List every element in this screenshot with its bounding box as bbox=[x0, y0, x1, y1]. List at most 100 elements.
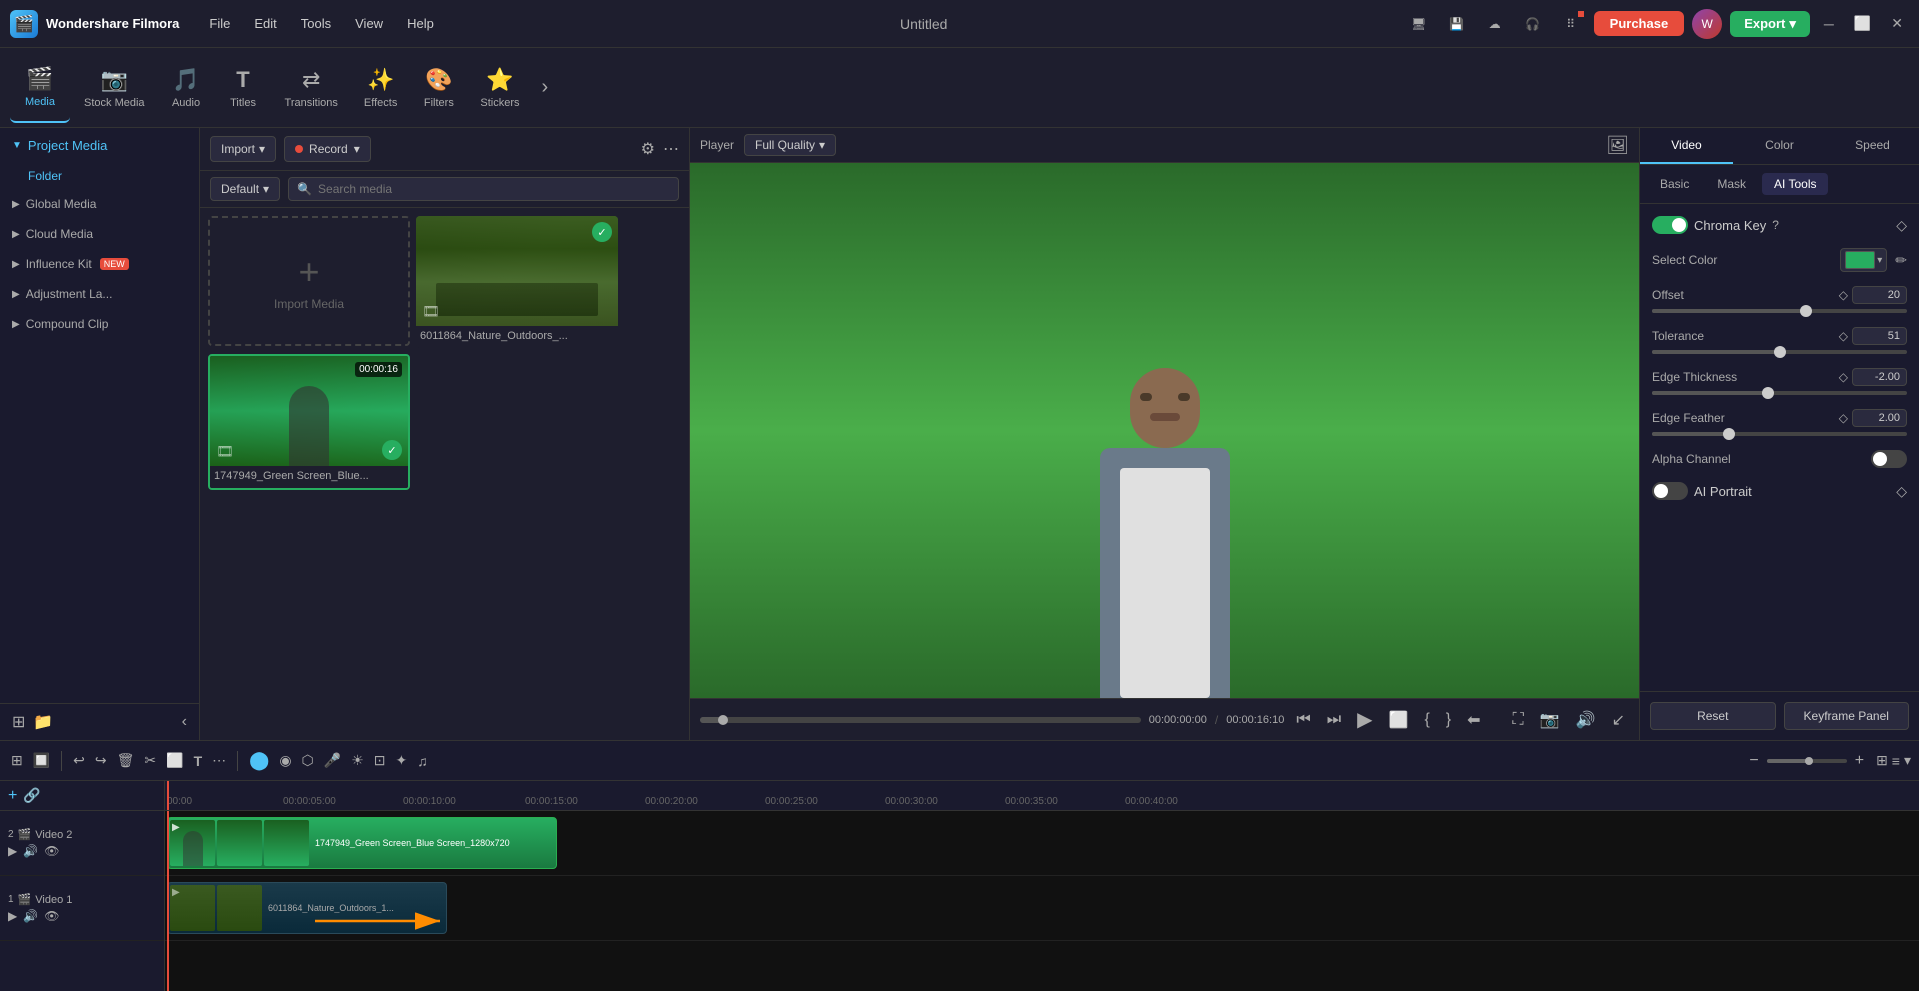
save-icon[interactable]: 💾 bbox=[1442, 9, 1472, 39]
sidebar-item-project-media[interactable]: ▼ Project Media bbox=[0, 128, 199, 163]
menu-help[interactable]: Help bbox=[397, 12, 444, 35]
video2-volume-icon[interactable]: 🔊 bbox=[23, 844, 38, 858]
sidebar-folder[interactable]: Folder bbox=[0, 163, 199, 189]
prev-clip-button[interactable]: ⬅ bbox=[1463, 708, 1484, 732]
speed-icon[interactable]: ◉ bbox=[276, 750, 294, 771]
crop-icon[interactable]: ⬜ bbox=[163, 750, 186, 771]
close-button[interactable]: ✕ bbox=[1885, 15, 1909, 32]
offset-slider[interactable] bbox=[1652, 309, 1907, 313]
tab-transitions[interactable]: ⇄ Transitions bbox=[273, 53, 350, 123]
edge-thickness-slider[interactable] bbox=[1652, 391, 1907, 395]
add-folder-icon[interactable]: ⊞ bbox=[12, 712, 25, 732]
zoom-out-icon[interactable]: − bbox=[1749, 752, 1758, 770]
stop-button[interactable]: ⬜ bbox=[1385, 708, 1413, 732]
sidebar-item-cloud-media[interactable]: ▶ Cloud Media bbox=[0, 219, 199, 249]
video2-play-icon[interactable]: ▶ bbox=[8, 844, 17, 858]
media-item-nature[interactable]: ✓ 🎞 6011864_Nature_Outdoors_... bbox=[416, 216, 618, 348]
grid-view-icon[interactable]: ⊞ bbox=[1876, 752, 1888, 769]
filter-icon[interactable]: ⚙ bbox=[641, 139, 655, 159]
step-back-button[interactable]: ⏭ bbox=[1323, 709, 1345, 731]
link-track-icon[interactable]: 🔗 bbox=[23, 787, 40, 804]
mark-in-button[interactable]: { bbox=[1420, 709, 1433, 731]
volume-button[interactable]: 🔊 bbox=[1572, 708, 1600, 732]
folder-icon[interactable]: 📁 bbox=[33, 712, 53, 732]
video2-eye-icon[interactable]: 👁 bbox=[44, 844, 59, 858]
preview-view-icon[interactable]: 🖼 bbox=[1606, 135, 1629, 156]
undo-icon[interactable]: ↩ bbox=[70, 750, 88, 771]
clip-green-screen[interactable]: 1747949_Green Screen_Blue Screen_1280x72… bbox=[167, 817, 557, 869]
text-icon[interactable]: T bbox=[191, 751, 206, 771]
list-view-icon[interactable]: ≡ bbox=[1892, 753, 1900, 769]
audio-tl-icon[interactable]: ♫ bbox=[414, 751, 431, 771]
progress-dot[interactable] bbox=[718, 715, 728, 725]
snap-icon[interactable]: 🔲 bbox=[30, 750, 53, 771]
clip-ai-icon[interactable]: ✦ bbox=[393, 750, 411, 771]
tab-audio[interactable]: 🎵 Audio bbox=[159, 53, 214, 123]
tab-speed[interactable]: Speed bbox=[1826, 128, 1919, 164]
minimize-button[interactable]: ─ bbox=[1818, 16, 1840, 32]
keyframe-panel-button[interactable]: Keyframe Panel bbox=[1784, 702, 1910, 730]
import-media-item[interactable]: + Import Media bbox=[208, 216, 410, 346]
import-button[interactable]: Import ▾ bbox=[210, 136, 276, 162]
video1-eye-icon[interactable]: 👁 bbox=[44, 909, 59, 923]
export-button[interactable]: Export ▾ bbox=[1730, 11, 1810, 37]
purchase-button[interactable]: Purchase bbox=[1594, 11, 1685, 36]
tab-effects[interactable]: ✨ Effects bbox=[352, 53, 409, 123]
progress-bar[interactable] bbox=[700, 717, 1141, 723]
video1-play-icon[interactable]: ▶ bbox=[8, 909, 17, 923]
tab-color[interactable]: Color bbox=[1733, 128, 1826, 164]
alpha-channel-toggle[interactable] bbox=[1871, 450, 1907, 468]
sidebar-item-compound-clip[interactable]: ▶ Compound Clip bbox=[0, 309, 199, 339]
avatar[interactable]: W bbox=[1692, 9, 1722, 39]
next-clip-button[interactable] bbox=[1493, 718, 1501, 722]
toolbar-more[interactable]: › bbox=[533, 76, 556, 99]
subtab-basic[interactable]: Basic bbox=[1648, 173, 1701, 195]
freeze-icon[interactable]: ⬡ bbox=[299, 750, 317, 771]
edge-thickness-value[interactable]: -2.00 bbox=[1852, 368, 1907, 386]
ai-portrait-diamond-icon[interactable]: ◇ bbox=[1896, 483, 1907, 500]
play-button[interactable]: ▶ bbox=[1353, 705, 1376, 734]
video1-volume-icon[interactable]: 🔊 bbox=[23, 909, 38, 923]
ai-portrait-toggle[interactable] bbox=[1652, 482, 1688, 500]
prev-frame-button[interactable]: ⏮ bbox=[1292, 709, 1314, 731]
edge-feather-value[interactable]: 2.00 bbox=[1852, 409, 1907, 427]
record-tl-icon[interactable]: 🎤 bbox=[321, 750, 344, 771]
more-tools-icon[interactable]: ⋯ bbox=[209, 750, 229, 771]
chroma-key-diamond-icon[interactable]: ◇ bbox=[1896, 217, 1907, 234]
more-icon[interactable]: ⋯ bbox=[663, 139, 679, 159]
color-grading-icon[interactable]: ⬤ bbox=[246, 748, 272, 773]
offset-slider-thumb[interactable] bbox=[1800, 305, 1812, 317]
offset-value[interactable]: 20 bbox=[1852, 286, 1907, 304]
cut-icon[interactable]: ✂ bbox=[141, 750, 159, 771]
eyedropper-icon[interactable]: ✏ bbox=[1895, 252, 1907, 269]
menu-view[interactable]: View bbox=[345, 12, 393, 35]
edge-thickness-diamond-icon[interactable]: ◇ bbox=[1839, 370, 1848, 384]
tolerance-value[interactable]: 51 bbox=[1852, 327, 1907, 345]
offset-diamond-icon[interactable]: ◇ bbox=[1839, 288, 1848, 302]
sidebar-item-adjustment[interactable]: ▶ Adjustment La... bbox=[0, 279, 199, 309]
quality-select[interactable]: Full Quality ▾ bbox=[744, 134, 836, 156]
mark-out-button[interactable]: } bbox=[1442, 709, 1455, 731]
reset-button[interactable]: Reset bbox=[1650, 702, 1776, 730]
tolerance-diamond-icon[interactable]: ◇ bbox=[1839, 329, 1848, 343]
sidebar-item-influence-kit[interactable]: ▶ Influence Kit NEW bbox=[0, 249, 199, 279]
tab-filters[interactable]: 🎨 Filters bbox=[411, 53, 466, 123]
tab-video[interactable]: Video bbox=[1640, 128, 1733, 164]
tab-titles[interactable]: T Titles bbox=[216, 53, 271, 123]
delete-icon[interactable]: 🗑 bbox=[114, 750, 138, 771]
tab-stickers[interactable]: ⭐ Stickers bbox=[468, 53, 531, 123]
search-input[interactable] bbox=[318, 178, 670, 200]
tolerance-slider-thumb[interactable] bbox=[1774, 346, 1786, 358]
headset-icon[interactable]: 🎧 bbox=[1518, 9, 1548, 39]
maximize-button[interactable]: ⬜ bbox=[1848, 15, 1877, 32]
edge-feather-diamond-icon[interactable]: ◇ bbox=[1839, 411, 1848, 425]
subtab-ai-tools[interactable]: AI Tools bbox=[1762, 173, 1828, 195]
edge-thickness-slider-thumb[interactable] bbox=[1762, 387, 1774, 399]
menu-tools[interactable]: Tools bbox=[291, 12, 341, 35]
tab-stock[interactable]: 📷 Stock Media bbox=[72, 53, 157, 123]
tab-media[interactable]: 🎬 Media bbox=[10, 53, 70, 123]
snapshot-button[interactable]: 📷 bbox=[1536, 708, 1564, 732]
tolerance-slider[interactable] bbox=[1652, 350, 1907, 354]
redo-icon[interactable]: ↪ bbox=[92, 750, 110, 771]
motion-track-icon[interactable]: ⊡ bbox=[371, 750, 389, 771]
